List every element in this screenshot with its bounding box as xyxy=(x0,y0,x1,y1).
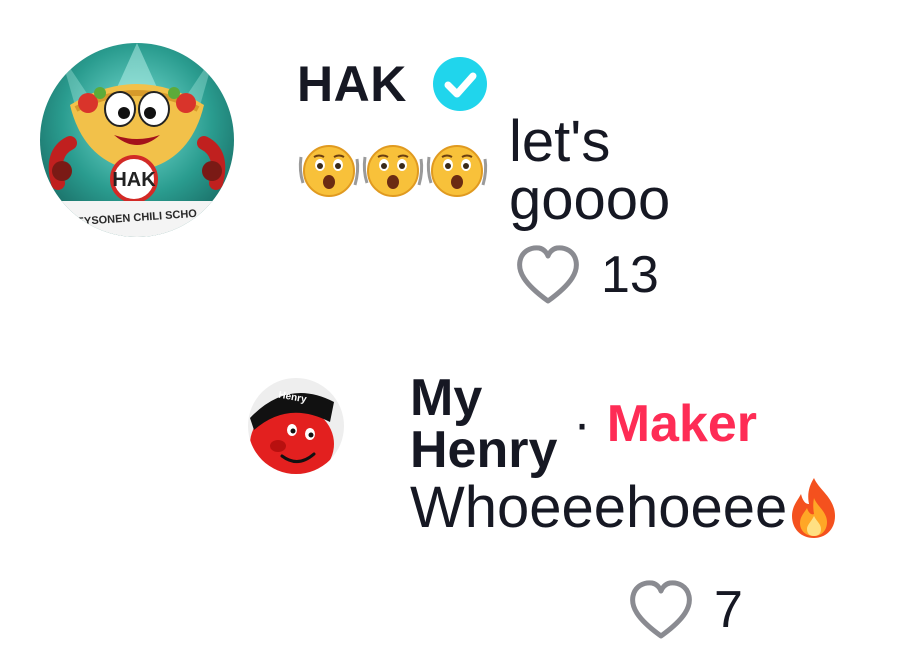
comment-text: let's goooo xyxy=(297,113,670,229)
emoji-group xyxy=(297,139,489,203)
comment-body: Whoeeehoeee xyxy=(410,475,788,540)
heart-outline-icon xyxy=(630,580,692,639)
separator-dot: · xyxy=(573,395,591,453)
like-button[interactable]: 7 xyxy=(626,578,743,642)
comment-header: HAK xyxy=(297,52,489,116)
avatar[interactable]: HAK EYSONEN CHILI SCHO xyxy=(40,43,234,237)
comment-body: let's goooo xyxy=(509,109,671,232)
heart-outline-icon xyxy=(517,245,579,304)
verified-badge-icon xyxy=(431,55,489,113)
hushed-face-emoji xyxy=(297,139,361,203)
avatar-logo-text: HAK xyxy=(112,169,156,191)
comment-text: Whoeeehoeee xyxy=(410,472,841,544)
username[interactable]: HAK xyxy=(297,55,407,113)
username[interactable]: My Henry xyxy=(410,372,557,476)
maker-label: Maker xyxy=(606,395,758,453)
avatar-image: HAK EYSONEN CHILI SCHO xyxy=(40,43,234,237)
comment-header: My Henry · Maker xyxy=(410,372,758,476)
fire-emoji xyxy=(787,476,841,540)
like-count: 13 xyxy=(601,246,659,304)
hushed-face-emoji xyxy=(425,139,489,203)
hushed-face-emoji xyxy=(361,139,425,203)
like-button[interactable]: 13 xyxy=(513,243,659,307)
avatar[interactable]: Henry xyxy=(248,378,344,474)
like-count: 7 xyxy=(714,581,743,639)
avatar-image: Henry xyxy=(248,378,344,474)
